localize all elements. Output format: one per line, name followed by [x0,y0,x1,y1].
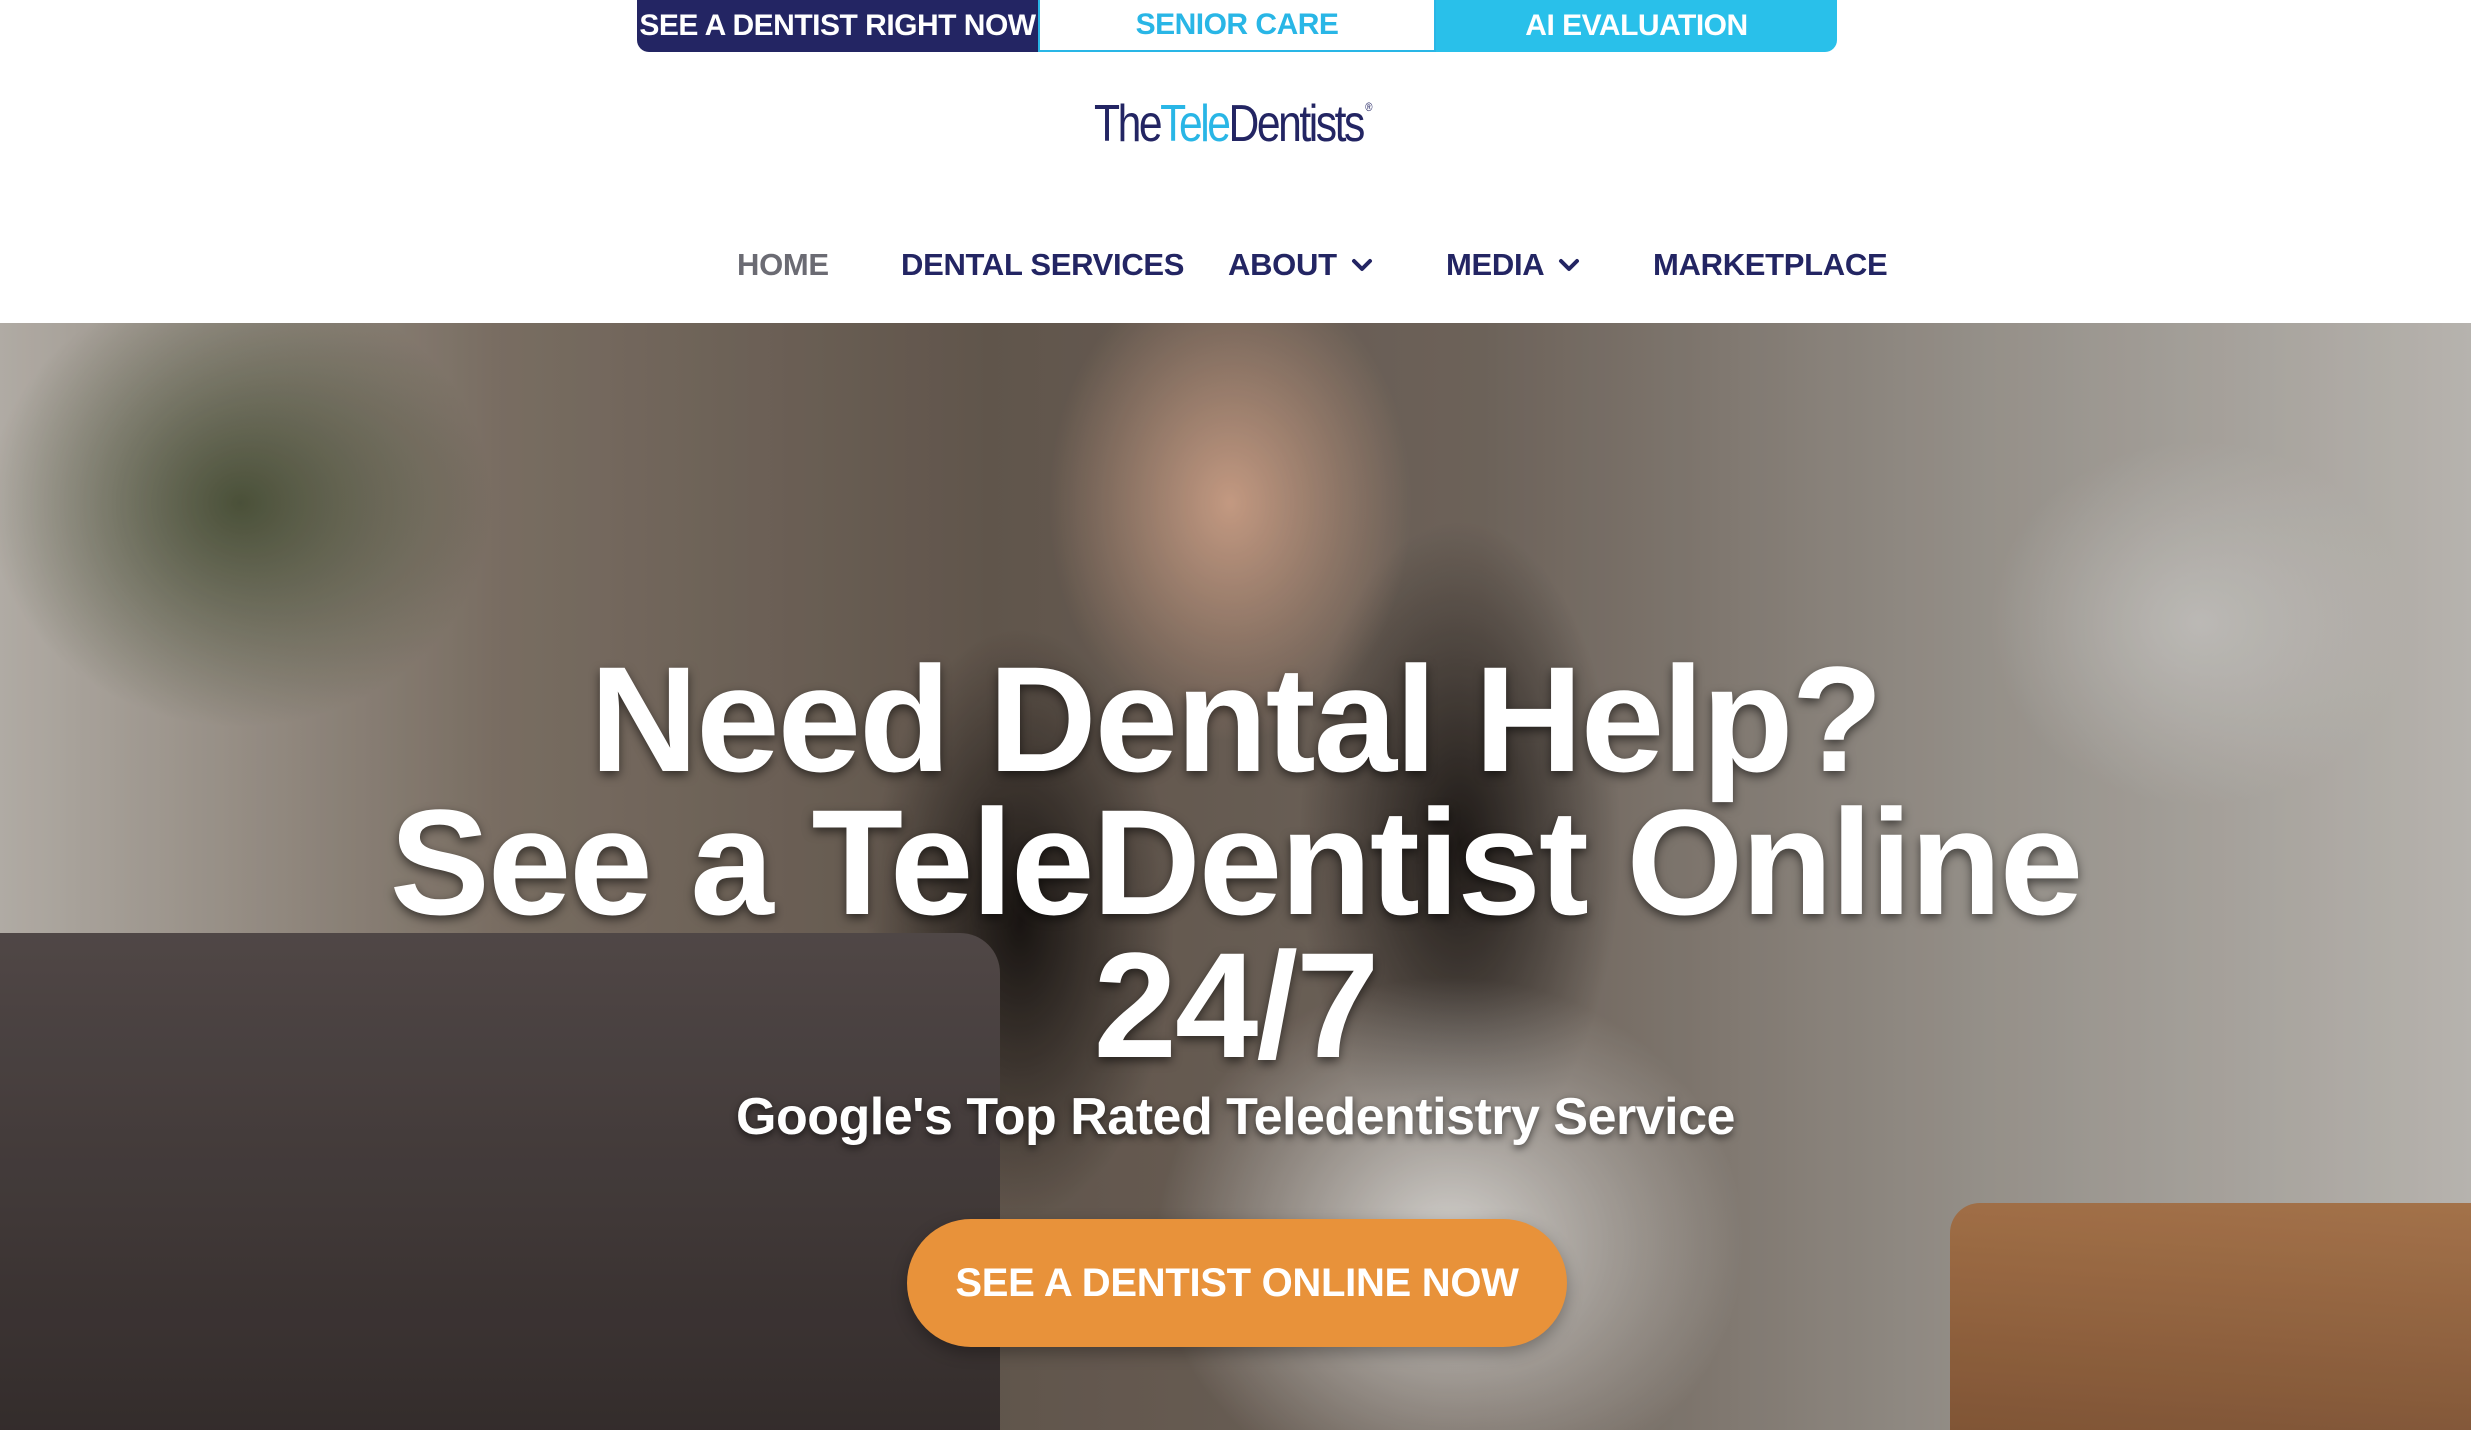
ai-evaluation-tab[interactable]: AI EVALUATION [1436,0,1837,52]
nav-home[interactable]: HOME [737,247,829,283]
hero-headline-line3: 24/7 [1093,921,1380,1089]
nav-about-label: ABOUT [1228,247,1337,282]
logo-the: The [1094,95,1163,153]
chevron-down-icon [1351,259,1372,271]
hero-subheadline: Google's Top Rated Teledentistry Service [736,1088,1735,1146]
main-nav: HOME DENTAL SERVICES ABOUT MEDIA MARKETP… [0,240,2471,290]
see-dentist-right-now-tab[interactable]: SEE A DENTIST RIGHT NOW [637,0,1038,52]
hero-headline-line2: See a TeleDentist Online [389,778,2083,946]
nav-marketplace-label: MARKETPLACE [1653,247,1888,282]
nav-marketplace[interactable]: MARKETPLACE [1653,247,1888,283]
chevron-down-icon [1559,259,1580,271]
site-logo[interactable]: The Tele Dentists ® [1094,94,1373,154]
top-tab-bar: SEE A DENTIST RIGHT NOW SENIOR CARE AI E… [637,0,1837,52]
logo-tele: Tele [1160,95,1231,153]
nav-dental-services-label: DENTAL SERVICES [901,247,1185,282]
nav-home-label: HOME [737,247,829,282]
hero-headline-line1: Need Dental Help? [589,635,1883,803]
hero-section: Need Dental Help? See a TeleDentist Onli… [0,323,2471,1430]
nav-media[interactable]: MEDIA [1446,247,1580,283]
logo-registered-mark: ® [1365,100,1373,114]
logo-dentists: Dentists [1228,95,1365,153]
hero-headline: Need Dental Help? See a TeleDentist Onli… [0,635,2471,1089]
nav-media-label: MEDIA [1446,247,1545,282]
senior-care-tab[interactable]: SENIOR CARE [1038,0,1436,52]
see-dentist-online-now-button[interactable]: SEE A DENTIST ONLINE NOW [907,1219,1567,1347]
nav-dental-services[interactable]: DENTAL SERVICES [901,247,1184,283]
nav-about[interactable]: ABOUT [1228,247,1373,283]
